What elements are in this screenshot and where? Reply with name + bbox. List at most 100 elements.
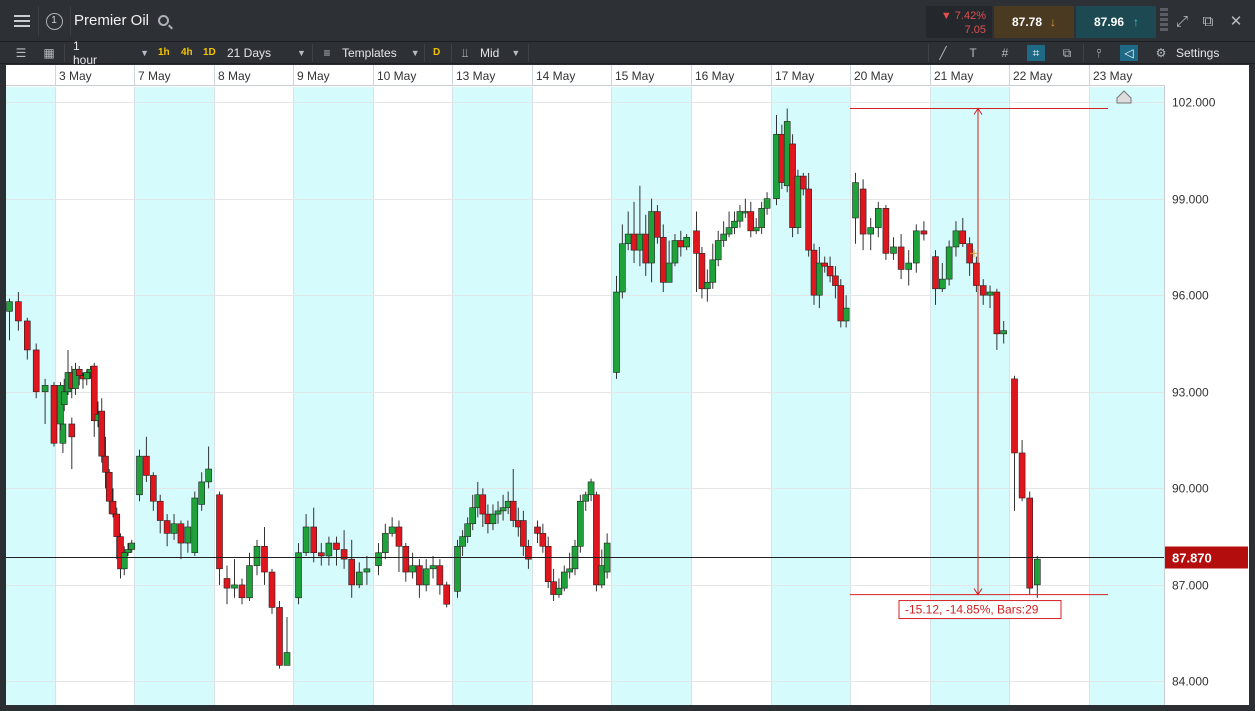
candle-body	[986, 291, 994, 296]
chart-area[interactable]: 102.000 99.000 96.000 93.000 90.000 87.000 84.…	[6, 65, 1249, 705]
y-tick-label: 87.000	[1172, 579, 1209, 593]
candle-body	[124, 549, 132, 554]
day-band	[6, 87, 55, 705]
x-tick-label: 16 May	[695, 69, 734, 83]
day-band	[1089, 87, 1164, 705]
x-tick-label: 15 May	[615, 69, 654, 83]
x-tick-label: 21 May	[934, 69, 973, 83]
candle-body	[752, 227, 760, 232]
candlestick-icon[interactable]: ⫫	[456, 45, 474, 61]
settings-label: Settings	[1176, 46, 1220, 60]
indicator-icon[interactable]: ⫯	[1090, 45, 1108, 61]
candle-body	[83, 372, 91, 380]
candle-body	[388, 526, 396, 534]
x-tick-label: 17 May	[775, 69, 814, 83]
candle-body	[459, 536, 466, 547]
range-label: 21 Days	[227, 46, 272, 60]
interval-dropdown[interactable]: 1 hour ▼	[73, 39, 149, 67]
candle-body	[489, 513, 497, 525]
candle-body	[509, 500, 517, 521]
info-icon[interactable]: 1	[40, 8, 68, 34]
candle-body	[665, 262, 673, 283]
candle-body	[136, 455, 143, 496]
candle-body	[494, 510, 502, 515]
copy-icon[interactable]: ⧉	[1058, 45, 1076, 61]
y-tick-label: 90.000	[1172, 482, 1209, 496]
x-tick-label: 13 May	[456, 69, 495, 83]
list-icon[interactable]: ☰	[12, 45, 30, 61]
candle-body	[283, 652, 291, 666]
day-band	[611, 87, 691, 705]
candle-body	[560, 571, 568, 589]
x-tick-label: 7 May	[138, 69, 171, 83]
price-type-dropdown[interactable]: Mid ▼	[480, 42, 524, 64]
arrow-down-icon: ↓	[1050, 15, 1056, 29]
candle-body	[317, 552, 325, 557]
candle-body	[832, 275, 839, 286]
candle-body	[295, 552, 302, 599]
gear-icon[interactable]: ⚙	[1152, 45, 1170, 61]
candle-body	[23, 320, 31, 351]
candle-body	[75, 368, 83, 376]
x-tick-label: 3 May	[59, 69, 92, 83]
divider	[64, 44, 65, 62]
candle-body	[191, 497, 199, 554]
change-absolute: 7.05	[964, 24, 986, 36]
candle-body	[852, 182, 859, 219]
instrument-name[interactable]: Premier Oil	[74, 12, 149, 29]
timeframe-1h-button[interactable]: 1h	[158, 45, 170, 61]
candle-body	[821, 262, 829, 267]
candle-body	[253, 545, 261, 566]
candle-body	[704, 282, 711, 290]
timeframe-1d-button[interactable]: 1D	[203, 45, 216, 61]
candle-body	[1000, 330, 1007, 335]
candle-body	[566, 568, 573, 573]
candle-body	[747, 211, 755, 232]
candle-body	[897, 246, 905, 270]
candle-body	[742, 211, 749, 214]
day-band	[293, 87, 373, 705]
timeframe-4h-button[interactable]: 4h	[181, 45, 193, 61]
crosshair-icon[interactable]: ⌗	[1027, 45, 1045, 61]
depth-indicator	[1160, 8, 1168, 36]
candle-body	[102, 455, 109, 473]
search-icon[interactable]	[158, 15, 169, 26]
layout-icon[interactable]: ▦	[40, 45, 58, 61]
candle-body	[693, 230, 700, 254]
price-chart[interactable]: 102.000 99.000 96.000 93.000 90.000 87.000 84.…	[6, 65, 1249, 705]
text-tool-icon[interactable]: T	[964, 45, 982, 61]
sell-button[interactable]: 87.78 ↓	[994, 6, 1074, 38]
candle-body	[150, 475, 157, 502]
interval-label: 1 hour	[73, 39, 98, 67]
settings-button[interactable]: Settings	[1176, 42, 1219, 64]
price-type-badge[interactable]: D	[433, 45, 440, 61]
expand-icon[interactable]: ⤢	[1172, 12, 1192, 32]
menu-icon[interactable]	[8, 8, 36, 34]
candle-body	[959, 230, 967, 245]
buy-button[interactable]: 87.96 ↑	[1076, 6, 1156, 38]
candle-body	[90, 365, 98, 422]
candle-body	[113, 513, 121, 537]
candle-body	[555, 587, 563, 595]
tag-icon[interactable]: ◁	[1120, 45, 1138, 61]
draw-line-icon[interactable]: ╱	[934, 45, 952, 61]
divider	[312, 44, 313, 62]
candle-body	[15, 301, 22, 322]
candle-body	[170, 523, 178, 534]
grid-icon[interactable]: #	[996, 45, 1014, 61]
divider	[451, 44, 452, 62]
close-icon[interactable]: ✕	[1226, 12, 1246, 32]
range-dropdown[interactable]: 21 Days ▼	[227, 42, 307, 64]
divider	[528, 44, 529, 62]
candle-body	[310, 526, 318, 554]
candle-body	[973, 262, 980, 286]
templates-dropdown[interactable]: Templates ▼	[342, 42, 420, 64]
popout-icon[interactable]: ⧉	[1198, 12, 1218, 32]
candle-body	[469, 507, 477, 525]
candle-body	[758, 208, 765, 228]
chart-window: 1 Premier Oil ▼ 7.42% 7.05 87.78 ↓ 87.96…	[0, 0, 1255, 711]
candle-body	[683, 236, 690, 248]
candle-body	[302, 526, 310, 554]
chart-toolbar: ☰ ▦ 1 hour ▼ 1h 4h 1D 21 Days ▼ ≡ Templa…	[0, 39, 1255, 67]
candle-body	[816, 262, 823, 296]
